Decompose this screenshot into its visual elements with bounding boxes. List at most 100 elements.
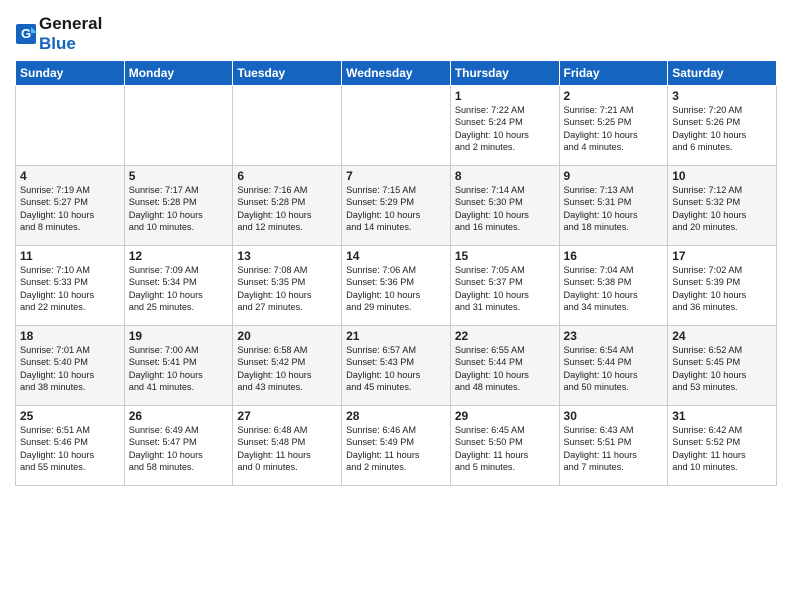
day-cell-30: 30Sunrise: 6:43 AM Sunset: 5:51 PM Dayli… <box>559 406 668 486</box>
day-info: Sunrise: 6:54 AM Sunset: 5:44 PM Dayligh… <box>564 344 664 394</box>
day-cell-31: 31Sunrise: 6:42 AM Sunset: 5:52 PM Dayli… <box>668 406 777 486</box>
day-info: Sunrise: 6:55 AM Sunset: 5:44 PM Dayligh… <box>455 344 555 394</box>
day-info: Sunrise: 7:16 AM Sunset: 5:28 PM Dayligh… <box>237 184 337 234</box>
day-cell-29: 29Sunrise: 6:45 AM Sunset: 5:50 PM Dayli… <box>450 406 559 486</box>
week-row-2: 4Sunrise: 7:19 AM Sunset: 5:27 PM Daylig… <box>16 166 777 246</box>
day-cell-2: 2Sunrise: 7:21 AM Sunset: 5:25 PM Daylig… <box>559 86 668 166</box>
day-info: Sunrise: 6:57 AM Sunset: 5:43 PM Dayligh… <box>346 344 446 394</box>
day-cell-25: 25Sunrise: 6:51 AM Sunset: 5:46 PM Dayli… <box>16 406 125 486</box>
day-number: 30 <box>564 409 664 423</box>
day-number: 7 <box>346 169 446 183</box>
day-number: 14 <box>346 249 446 263</box>
day-cell-11: 11Sunrise: 7:10 AM Sunset: 5:33 PM Dayli… <box>16 246 125 326</box>
day-number: 26 <box>129 409 229 423</box>
day-info: Sunrise: 6:43 AM Sunset: 5:51 PM Dayligh… <box>564 424 664 474</box>
header-cell-tuesday: Tuesday <box>233 61 342 86</box>
day-cell-5: 5Sunrise: 7:17 AM Sunset: 5:28 PM Daylig… <box>124 166 233 246</box>
day-number: 17 <box>672 249 772 263</box>
day-number: 8 <box>455 169 555 183</box>
day-number: 28 <box>346 409 446 423</box>
day-number: 24 <box>672 329 772 343</box>
header-cell-sunday: Sunday <box>16 61 125 86</box>
empty-cell <box>342 86 451 166</box>
logo: G General Blue <box>15 10 102 54</box>
day-number: 15 <box>455 249 555 263</box>
week-row-4: 18Sunrise: 7:01 AM Sunset: 5:40 PM Dayli… <box>16 326 777 406</box>
header-cell-friday: Friday <box>559 61 668 86</box>
day-cell-18: 18Sunrise: 7:01 AM Sunset: 5:40 PM Dayli… <box>16 326 125 406</box>
calendar-table: SundayMondayTuesdayWednesdayThursdayFrid… <box>15 60 777 486</box>
day-info: Sunrise: 6:52 AM Sunset: 5:45 PM Dayligh… <box>672 344 772 394</box>
day-cell-10: 10Sunrise: 7:12 AM Sunset: 5:32 PM Dayli… <box>668 166 777 246</box>
day-number: 10 <box>672 169 772 183</box>
week-row-3: 11Sunrise: 7:10 AM Sunset: 5:33 PM Dayli… <box>16 246 777 326</box>
day-info: Sunrise: 7:05 AM Sunset: 5:37 PM Dayligh… <box>455 264 555 314</box>
day-cell-24: 24Sunrise: 6:52 AM Sunset: 5:45 PM Dayli… <box>668 326 777 406</box>
day-info: Sunrise: 7:02 AM Sunset: 5:39 PM Dayligh… <box>672 264 772 314</box>
day-info: Sunrise: 7:21 AM Sunset: 5:25 PM Dayligh… <box>564 104 664 154</box>
day-info: Sunrise: 6:45 AM Sunset: 5:50 PM Dayligh… <box>455 424 555 474</box>
day-info: Sunrise: 7:08 AM Sunset: 5:35 PM Dayligh… <box>237 264 337 314</box>
day-cell-20: 20Sunrise: 6:58 AM Sunset: 5:42 PM Dayli… <box>233 326 342 406</box>
day-cell-21: 21Sunrise: 6:57 AM Sunset: 5:43 PM Dayli… <box>342 326 451 406</box>
day-number: 20 <box>237 329 337 343</box>
day-info: Sunrise: 7:00 AM Sunset: 5:41 PM Dayligh… <box>129 344 229 394</box>
day-number: 12 <box>129 249 229 263</box>
day-cell-8: 8Sunrise: 7:14 AM Sunset: 5:30 PM Daylig… <box>450 166 559 246</box>
day-number: 6 <box>237 169 337 183</box>
day-info: Sunrise: 7:01 AM Sunset: 5:40 PM Dayligh… <box>20 344 120 394</box>
day-cell-28: 28Sunrise: 6:46 AM Sunset: 5:49 PM Dayli… <box>342 406 451 486</box>
day-info: Sunrise: 7:12 AM Sunset: 5:32 PM Dayligh… <box>672 184 772 234</box>
day-number: 19 <box>129 329 229 343</box>
empty-cell <box>124 86 233 166</box>
day-info: Sunrise: 6:51 AM Sunset: 5:46 PM Dayligh… <box>20 424 120 474</box>
day-number: 9 <box>564 169 664 183</box>
empty-cell <box>16 86 125 166</box>
day-info: Sunrise: 6:49 AM Sunset: 5:47 PM Dayligh… <box>129 424 229 474</box>
logo-blue: Blue <box>39 34 76 53</box>
header-cell-monday: Monday <box>124 61 233 86</box>
week-row-5: 25Sunrise: 6:51 AM Sunset: 5:46 PM Dayli… <box>16 406 777 486</box>
day-cell-4: 4Sunrise: 7:19 AM Sunset: 5:27 PM Daylig… <box>16 166 125 246</box>
day-number: 25 <box>20 409 120 423</box>
day-cell-9: 9Sunrise: 7:13 AM Sunset: 5:31 PM Daylig… <box>559 166 668 246</box>
day-cell-22: 22Sunrise: 6:55 AM Sunset: 5:44 PM Dayli… <box>450 326 559 406</box>
day-info: Sunrise: 7:17 AM Sunset: 5:28 PM Dayligh… <box>129 184 229 234</box>
header-cell-saturday: Saturday <box>668 61 777 86</box>
day-info: Sunrise: 7:06 AM Sunset: 5:36 PM Dayligh… <box>346 264 446 314</box>
day-info: Sunrise: 7:13 AM Sunset: 5:31 PM Dayligh… <box>564 184 664 234</box>
header: G General Blue <box>15 10 777 54</box>
day-number: 18 <box>20 329 120 343</box>
day-cell-12: 12Sunrise: 7:09 AM Sunset: 5:34 PM Dayli… <box>124 246 233 326</box>
day-number: 21 <box>346 329 446 343</box>
day-cell-6: 6Sunrise: 7:16 AM Sunset: 5:28 PM Daylig… <box>233 166 342 246</box>
logo-general: General <box>39 14 102 33</box>
day-number: 2 <box>564 89 664 103</box>
day-cell-13: 13Sunrise: 7:08 AM Sunset: 5:35 PM Dayli… <box>233 246 342 326</box>
day-cell-1: 1Sunrise: 7:22 AM Sunset: 5:24 PM Daylig… <box>450 86 559 166</box>
day-number: 3 <box>672 89 772 103</box>
day-number: 13 <box>237 249 337 263</box>
day-number: 16 <box>564 249 664 263</box>
day-cell-23: 23Sunrise: 6:54 AM Sunset: 5:44 PM Dayli… <box>559 326 668 406</box>
svg-text:G: G <box>21 26 31 41</box>
day-number: 1 <box>455 89 555 103</box>
day-cell-15: 15Sunrise: 7:05 AM Sunset: 5:37 PM Dayli… <box>450 246 559 326</box>
day-info: Sunrise: 7:20 AM Sunset: 5:26 PM Dayligh… <box>672 104 772 154</box>
day-info: Sunrise: 7:04 AM Sunset: 5:38 PM Dayligh… <box>564 264 664 314</box>
day-number: 5 <box>129 169 229 183</box>
empty-cell <box>233 86 342 166</box>
day-number: 29 <box>455 409 555 423</box>
day-number: 31 <box>672 409 772 423</box>
header-cell-wednesday: Wednesday <box>342 61 451 86</box>
day-info: Sunrise: 6:58 AM Sunset: 5:42 PM Dayligh… <box>237 344 337 394</box>
day-number: 11 <box>20 249 120 263</box>
day-cell-14: 14Sunrise: 7:06 AM Sunset: 5:36 PM Dayli… <box>342 246 451 326</box>
day-info: Sunrise: 6:46 AM Sunset: 5:49 PM Dayligh… <box>346 424 446 474</box>
logo-icon: G <box>15 23 37 45</box>
day-cell-19: 19Sunrise: 7:00 AM Sunset: 5:41 PM Dayli… <box>124 326 233 406</box>
header-row: SundayMondayTuesdayWednesdayThursdayFrid… <box>16 61 777 86</box>
day-info: Sunrise: 7:19 AM Sunset: 5:27 PM Dayligh… <box>20 184 120 234</box>
week-row-1: 1Sunrise: 7:22 AM Sunset: 5:24 PM Daylig… <box>16 86 777 166</box>
day-cell-26: 26Sunrise: 6:49 AM Sunset: 5:47 PM Dayli… <box>124 406 233 486</box>
